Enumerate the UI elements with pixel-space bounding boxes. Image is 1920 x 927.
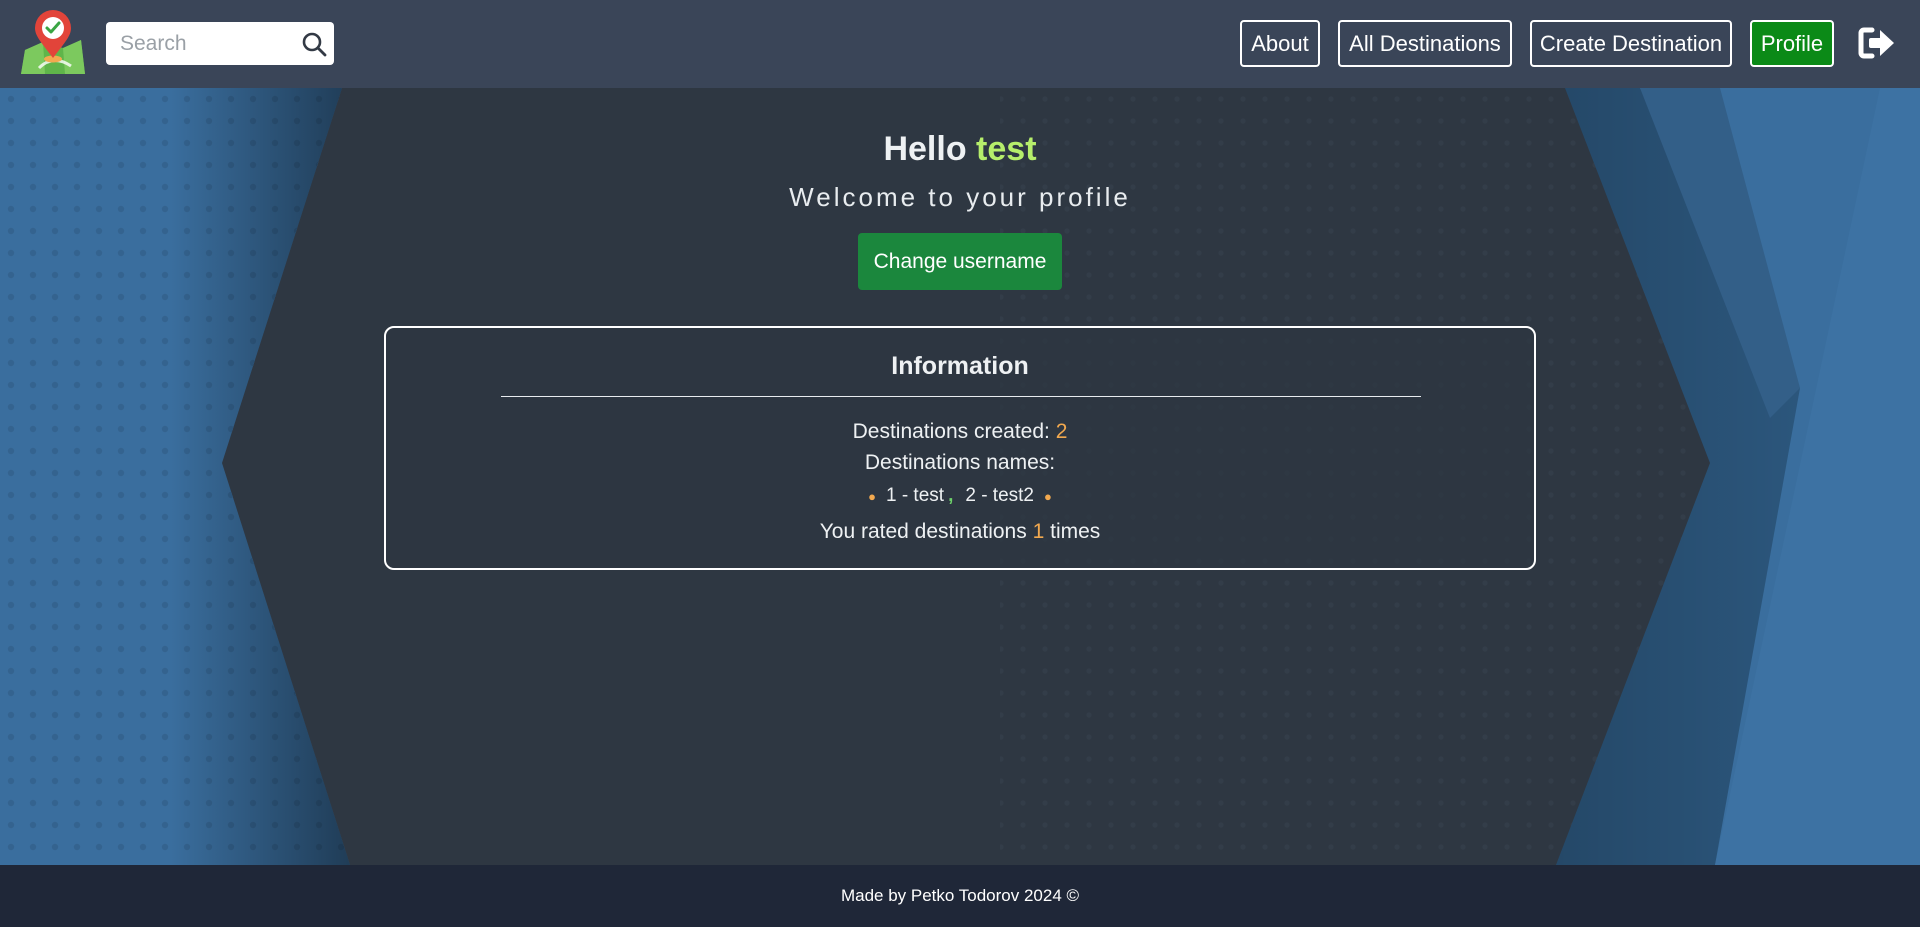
profile-button[interactable]: Profile [1750,20,1834,67]
navbar: About All Destinations Create Destinatio… [0,0,1920,88]
all-destinations-button[interactable]: All Destinations [1338,20,1512,67]
destination-names-list: ● 1 - test , 2 - test2 ● [386,485,1534,507]
change-username-button[interactable]: Change username [858,233,1062,290]
footer: Made by Petko Todorov 2024 © [0,865,1920,927]
search-input[interactable] [106,22,286,65]
greeting-prefix: Hello [883,130,967,168]
greeting-heading: Hello test [0,130,1920,169]
separator-comma: , [948,485,954,506]
search-icon[interactable] [301,31,327,57]
profile-username: test [976,130,1037,168]
logout-icon[interactable] [1858,26,1896,60]
destination-name-item[interactable]: 2 - test2 [965,485,1034,507]
destinations-created-label: Destinations created: [852,420,1050,443]
create-destination-button[interactable]: Create Destination [1530,20,1732,67]
destination-name-item[interactable]: 1 - test [886,485,944,507]
rated-count: 1 [1032,520,1045,543]
information-divider [501,396,1421,397]
profile-main: Hello test Welcome to your profile Chang… [0,88,1920,865]
rated-prefix: You rated destinations [819,520,1027,543]
map-pin-logo-icon[interactable] [19,10,87,78]
about-button[interactable]: About [1240,20,1320,67]
destinations-created-count: 2 [1055,420,1068,443]
rated-suffix: times [1050,520,1101,543]
information-title: Information [891,352,1029,380]
destinations-names-label: Destinations names: [864,451,1056,474]
welcome-text: Welcome to your profile [789,182,1131,212]
search-box [106,22,334,65]
bullet-icon: ● [868,488,876,504]
rated-destinations-line: You rated destinations 1 times [386,520,1534,544]
destinations-created-line: Destinations created: 2 [386,420,1534,444]
bullet-icon: ● [1044,488,1052,504]
footer-credit: Made by Petko Todorov 2024 © [840,886,1080,905]
information-card: Information Destinations created: 2 Dest… [384,326,1536,570]
